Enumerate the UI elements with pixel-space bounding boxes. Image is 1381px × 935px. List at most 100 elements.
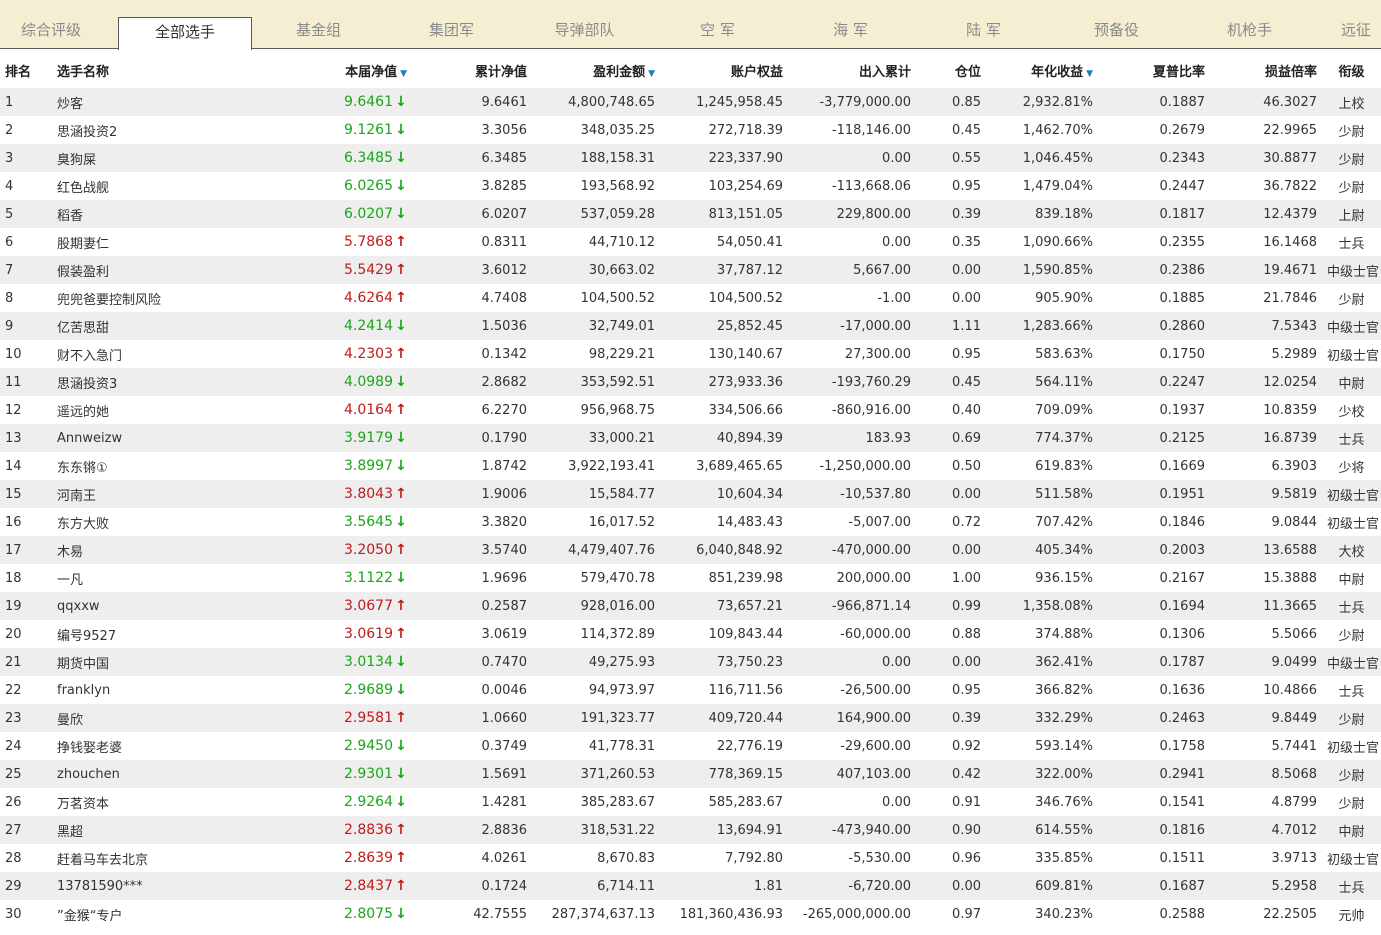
column-header[interactable]: 本届净值 ▼ [302,52,412,88]
tab-0[interactable]: 综合评级 [0,12,102,49]
cell-sharpe: 0.2588 [1098,900,1210,928]
column-header[interactable]: 年化收益 ▼ [986,52,1098,88]
table-row[interactable]: 16 东方大败 3.5645 ↓ 3.3820 16,017.52 14,483.43 -5,… [0,508,1381,536]
cell-annual: 511.58% [986,480,1098,508]
table-row[interactable]: 15 河南王 3.8043 ↑ 1.9006 15,584.77 10,604.34 -10,… [0,480,1381,508]
cell-name[interactable]: 万茗资本 [52,788,302,816]
table-row[interactable]: 6 股期妻仁 5.7868 ↑ 0.8311 44,710.12 54,050.41 0.00… [0,228,1381,256]
tab-1[interactable]: 全部选手 [118,17,252,50]
cell-name[interactable]: 挣钱娶老婆 [52,732,302,760]
cell-name[interactable]: 东东锵① [52,452,302,480]
column-header: 出入累计 [788,52,916,88]
table-row[interactable]: 25 zhouchen 2.9301 ↓ 1.5691 371,260.53 778,369… [0,760,1381,788]
cell-name[interactable]: 财不入急门 [52,340,302,368]
table-row[interactable]: 24 挣钱娶老婆 2.9450 ↓ 0.3749 41,778.31 22,776.19 -2… [0,732,1381,760]
tab-8[interactable]: 预备役 [1050,12,1183,49]
cell-flow: -470,000.00 [788,536,916,564]
cell-equity: 778,369.15 [660,760,788,788]
table-row[interactable]: 5 稻香 6.0207 ↓ 6.0207 537,059.28 813,151.05 229,… [0,200,1381,228]
tab-5[interactable]: 空 军 [651,12,784,49]
table-row[interactable]: 8 兜兜爸要控制风险 4.6264 ↑ 4.7408 104,500.52 104,500.… [0,284,1381,312]
cell-equity: 22,776.19 [660,732,788,760]
cell-name[interactable]: 13781590*** [52,872,302,900]
cell-name[interactable]: 黑超 [52,816,302,844]
sort-desc-icon[interactable]: ▼ [648,69,655,79]
cell-pos: 0.88 [916,620,986,648]
tab-4[interactable]: 导弹部队 [518,12,651,49]
cell-annual: 609.81% [986,872,1098,900]
cell-name[interactable]: ”金猴“专户 [52,900,302,928]
cell-name[interactable]: 兜兜爸要控制风险 [52,284,302,312]
cell-netval: 5.7868 ↑ [302,228,412,256]
table-row[interactable]: 2 思涵投资2 9.1261 ↓ 3.3056 348,035.25 272,718.39-… [0,116,1381,144]
table-row[interactable]: 18 一凡 3.1122 ↓ 1.9696 579,470.78 851,239.98 200… [0,564,1381,592]
cell-name[interactable]: 赶着马车去北京 [52,844,302,872]
tab-2[interactable]: 基金组 [252,12,385,49]
cell-rank: 4 [0,172,52,200]
table-row[interactable]: 3 臭狗屎 6.3485 ↓ 6.3485 188,158.31 223,337.90 0.0… [0,144,1381,172]
table-row[interactable]: 29 13781590*** 2.8437 ↑ 0.1724 6,714.11 1.81 -6… [0,872,1381,900]
cell-equity: 130,140.67 [660,340,788,368]
cell-name[interactable]: 东方大败 [52,508,302,536]
cell-ratio: 16.8739 [1210,424,1322,452]
cell-name[interactable]: Annweizw [52,424,302,452]
table-row[interactable]: 13 Annweizw 3.9179 ↓ 0.1790 33,000.21 40,894.3… [0,424,1381,452]
tab-10[interactable]: 远征 [1316,12,1381,49]
cell-name[interactable]: 股期妻仁 [52,228,302,256]
table-row[interactable]: 21 期货中国 3.0134 ↓ 0.7470 49,275.93 73,750.23 0.0… [0,648,1381,676]
cell-sharpe: 0.2860 [1098,312,1210,340]
table-row[interactable]: 17 木易 3.2050 ↑ 3.5740 4,479,407.76 6,040,848.9… [0,536,1381,564]
cell-name[interactable]: 炒客 [52,88,302,116]
table-row[interactable]: 19 qqxxw 3.0677 ↑ 0.2587 928,016.00 73,657.21-… [0,592,1381,620]
table-row[interactable]: 14 东东锵① 3.8997 ↓ 1.8742 3,922,193.41 3,689,465… [0,452,1381,480]
tab-7[interactable]: 陆 军 [917,12,1050,49]
table-row[interactable]: 26 万茗资本 2.9264 ↓ 1.4281 385,283.67 585,283.67 0… [0,788,1381,816]
table-row[interactable]: 11 思涵投资3 4.0989 ↓ 2.8682 353,592.51 273,933.36… [0,368,1381,396]
table-row[interactable]: 1 炒客 9.6461 ↓ 9.6461 4,800,748.65 1,245,958.45… [0,88,1381,116]
table-row[interactable]: 28 赶着马车去北京 2.8639 ↑ 4.0261 8,670.83 7,792.80 -5… [0,844,1381,872]
tab-9[interactable]: 机枪手 [1183,12,1316,49]
cell-name[interactable]: franklyn [52,676,302,704]
cell-pos: 0.95 [916,340,986,368]
table-row[interactable]: 23 曼欣 2.9581 ↑ 1.0660 191,323.77 409,720.44 164… [0,704,1381,732]
cell-netval: 3.1122 ↓ [302,564,412,592]
cell-name[interactable]: 木易 [52,536,302,564]
cell-name[interactable]: 曼欣 [52,704,302,732]
sort-desc-icon[interactable]: ▼ [400,69,407,79]
cell-flow: -113,668.06 [788,172,916,200]
tab-6[interactable]: 海 军 [784,12,917,49]
tab-3[interactable]: 集团军 [385,12,518,49]
cell-name[interactable]: 期货中国 [52,648,302,676]
cell-name[interactable]: 亿苦思甜 [52,312,302,340]
cell-name[interactable]: zhouchen [52,760,302,788]
table-row[interactable]: 20 编号9527 3.0619 ↑ 3.0619 114,372.89 109,843.4… [0,620,1381,648]
cell-netval: 3.8997 ↓ [302,452,412,480]
cell-name[interactable]: qqxxw [52,592,302,620]
sort-desc-icon[interactable]: ▼ [1086,69,1093,79]
table-row[interactable]: 10 财不入急门 4.2303 ↑ 0.1342 98,229.21 130,140.67 2… [0,340,1381,368]
column-header[interactable]: 盈利金额 ▼ [532,52,660,88]
cell-profit: 15,584.77 [532,480,660,508]
cell-name[interactable]: 稻香 [52,200,302,228]
cell-name[interactable]: 河南王 [52,480,302,508]
table-row[interactable]: 12 遥远的她 4.0164 ↑ 6.2270 956,968.75 334,506.66-… [0,396,1381,424]
table-row[interactable]: 7 假装盈利 5.5429 ↑ 3.6012 30,663.02 37,787.12 5,66… [0,256,1381,284]
table-row[interactable]: 22 franklyn 2.9689 ↓ 0.0046 94,973.97 116,711.… [0,676,1381,704]
cell-name[interactable]: 编号9527 [52,620,302,648]
cell-flow: -5,007.00 [788,508,916,536]
cell-name[interactable]: 臭狗屎 [52,144,302,172]
cell-pos: 1.00 [916,564,986,592]
cell-name[interactable]: 假装盈利 [52,256,302,284]
cell-equity: 334,506.66 [660,396,788,424]
table-row[interactable]: 30 ”金猴“专户 2.8075 ↓ 42.7555 287,374,637.13 181,… [0,900,1381,928]
cell-name[interactable]: 一凡 [52,564,302,592]
cell-name[interactable]: 遥远的她 [52,396,302,424]
cell-profit: 6,714.11 [532,872,660,900]
cell-name[interactable]: 红色战舰 [52,172,302,200]
table-row[interactable]: 4 红色战舰 6.0265 ↓ 3.8285 193,568.92 103,254.69 -1… [0,172,1381,200]
table-row[interactable]: 27 黑超 2.8836 ↑ 2.8836 318,531.22 13,694.91 -473… [0,816,1381,844]
cell-name[interactable]: 思涵投资3 [52,368,302,396]
cell-name[interactable]: 思涵投资2 [52,116,302,144]
cell-rank: 17 [0,536,52,564]
table-row[interactable]: 9 亿苦思甜 4.2414 ↓ 1.5036 32,749.01 25,852.45 -17,… [0,312,1381,340]
